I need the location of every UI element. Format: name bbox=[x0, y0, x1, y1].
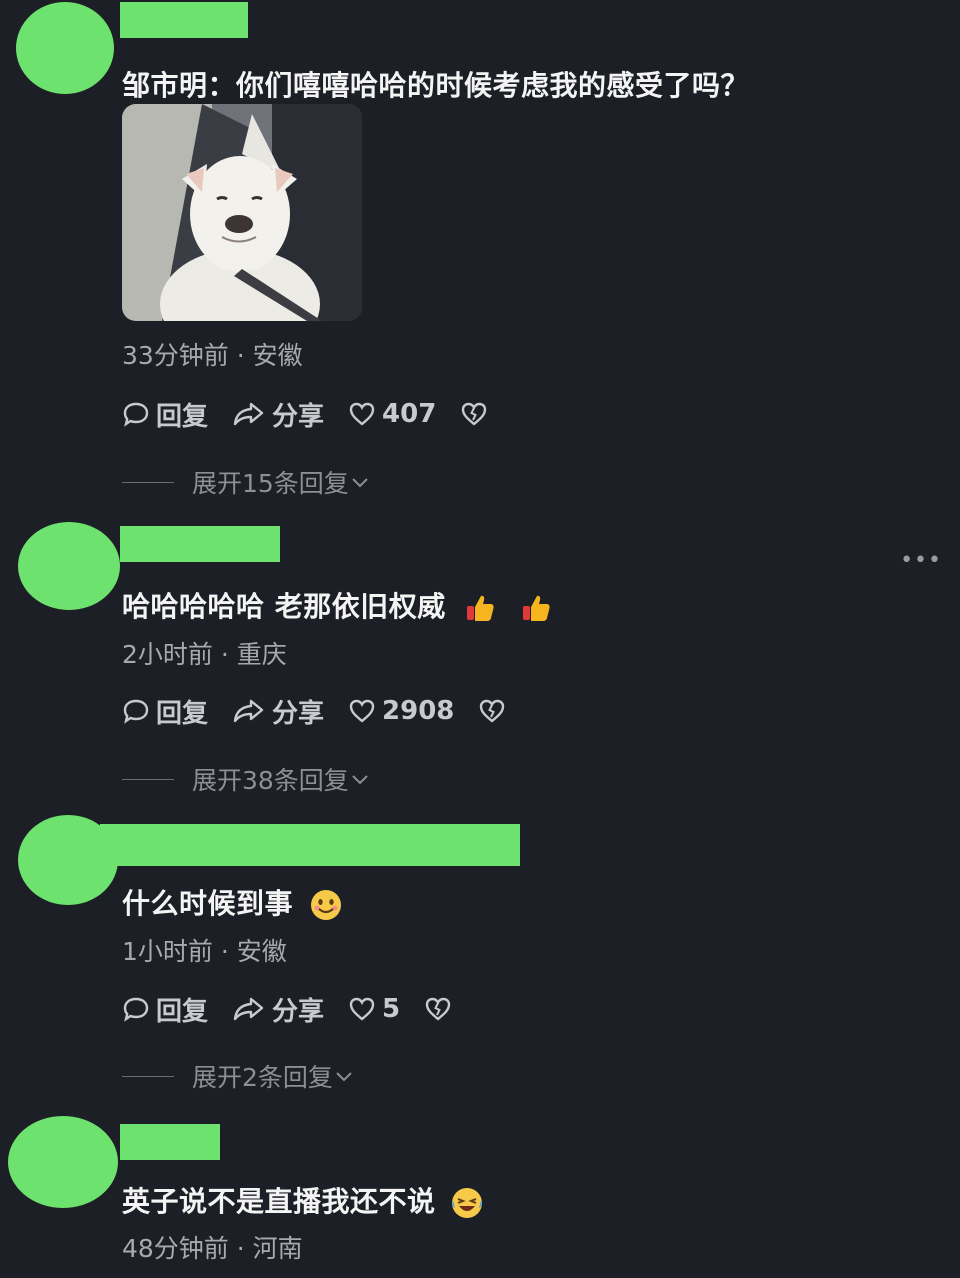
comment-text-content: 什么时候到事 bbox=[122, 887, 294, 920]
comment-text-content: 哈哈哈哈哈 老那依旧权威 bbox=[122, 590, 446, 623]
like-button[interactable]: 5 bbox=[348, 994, 400, 1024]
comment-actions: 回复 分享 407 bbox=[122, 396, 518, 432]
chevron-down-icon bbox=[352, 478, 368, 488]
chevron-down-icon bbox=[352, 775, 368, 785]
comment-text: 英子说不是直播我还不说 bbox=[122, 1180, 484, 1220]
share-label: 分享 bbox=[272, 996, 325, 1027]
share-button[interactable]: 分享 bbox=[232, 693, 324, 730]
reply-bubble-icon bbox=[123, 402, 149, 427]
username-redacted[interactable] bbox=[120, 2, 248, 38]
comment-meta: 33分钟前 · 安徽 bbox=[122, 341, 303, 370]
comment-text-content: 英子说不是直播我还不说 bbox=[122, 1185, 436, 1218]
share-arrow-icon bbox=[233, 402, 264, 426]
thumbs-up-emoji bbox=[467, 595, 494, 621]
chevron-down-icon bbox=[336, 1072, 352, 1082]
heart-icon bbox=[349, 699, 375, 723]
reply-label: 回复 bbox=[156, 996, 209, 1027]
comment-text: 哈哈哈哈哈 老那依旧权威 bbox=[122, 585, 552, 625]
divider-line bbox=[122, 1075, 174, 1077]
expand-label: 展开15条回复 bbox=[192, 469, 349, 498]
comment-meta: 1小时前 · 安徽 bbox=[122, 937, 287, 966]
reply-label: 回复 bbox=[156, 698, 209, 729]
comment-meta: 48分钟前 · 河南 bbox=[122, 1234, 303, 1263]
avatar[interactable] bbox=[16, 2, 114, 94]
expand-replies[interactable]: 展开15条回复 bbox=[122, 464, 371, 500]
username-redacted[interactable] bbox=[120, 1124, 220, 1160]
broken-heart-icon bbox=[462, 402, 487, 426]
laughing-tears-emoji bbox=[451, 1188, 482, 1218]
reply-button[interactable]: 回复 bbox=[122, 693, 208, 730]
share-label: 分享 bbox=[272, 698, 325, 729]
like-count: 407 bbox=[382, 399, 437, 429]
share-button[interactable]: 分享 bbox=[232, 396, 324, 433]
comment-meta: 2小时前 · 重庆 bbox=[122, 640, 287, 669]
comment-actions: 回复 分享 5 bbox=[122, 991, 482, 1027]
like-button[interactable]: 407 bbox=[348, 399, 436, 429]
dislike-button[interactable] bbox=[460, 400, 494, 428]
share-arrow-icon bbox=[233, 699, 264, 723]
share-label: 分享 bbox=[272, 401, 325, 432]
like-count: 5 bbox=[382, 994, 401, 1024]
reply-button[interactable]: 回复 bbox=[122, 396, 208, 433]
heart-icon bbox=[349, 402, 375, 426]
reply-bubble-icon bbox=[123, 997, 149, 1022]
broken-heart-icon bbox=[425, 997, 451, 1021]
dislike-button[interactable] bbox=[424, 995, 458, 1023]
like-count: 2908 bbox=[382, 696, 455, 726]
expand-label: 展开2条回复 bbox=[192, 1063, 333, 1092]
share-button[interactable]: 分享 bbox=[232, 991, 324, 1028]
username-redacted[interactable] bbox=[100, 824, 520, 866]
smile-emoji bbox=[311, 890, 342, 920]
avatar[interactable] bbox=[18, 522, 120, 610]
divider-line bbox=[122, 481, 174, 483]
expand-replies[interactable]: 展开38条回复 bbox=[122, 761, 371, 797]
like-button[interactable]: 2908 bbox=[348, 696, 454, 726]
avatar[interactable] bbox=[8, 1116, 118, 1208]
comment-image-dog[interactable] bbox=[122, 104, 362, 321]
reply-bubble-icon bbox=[123, 699, 149, 724]
username-redacted[interactable] bbox=[120, 526, 280, 562]
thumbs-up-emoji bbox=[523, 595, 550, 621]
broken-heart-icon bbox=[480, 699, 505, 723]
heart-icon bbox=[349, 997, 375, 1021]
expand-replies[interactable]: 展开2条回复 bbox=[122, 1058, 355, 1094]
reply-label: 回复 bbox=[156, 401, 209, 432]
comment-text: 邹市明：你们嘻嘻哈哈的时候考虑我的感受了吗？ bbox=[122, 69, 750, 102]
share-arrow-icon bbox=[233, 997, 264, 1021]
expand-label: 展开38条回复 bbox=[192, 766, 349, 795]
divider-line bbox=[122, 778, 174, 780]
more-dots-icon[interactable]: ••• bbox=[900, 548, 942, 573]
reply-button[interactable]: 回复 bbox=[122, 991, 208, 1028]
dislike-button[interactable] bbox=[478, 697, 512, 725]
comment-text: 什么时候到事 bbox=[122, 882, 343, 922]
comment-actions: 回复 分享 2908 bbox=[122, 693, 536, 729]
